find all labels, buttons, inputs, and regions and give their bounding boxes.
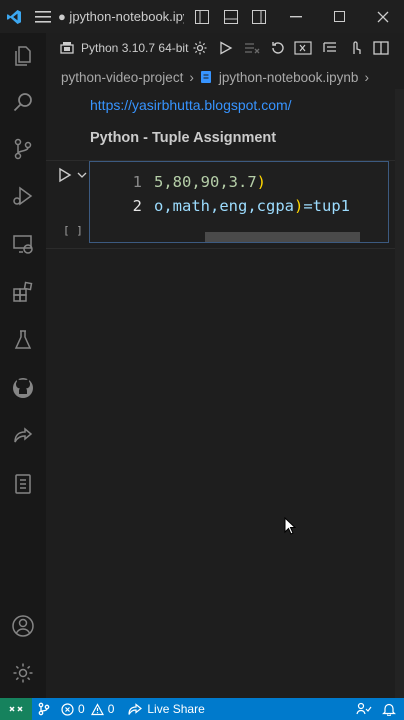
mouse-cursor-icon (284, 516, 297, 535)
git-sync-icon[interactable] (32, 698, 56, 720)
close-icon[interactable] (361, 0, 404, 33)
notebook-file-icon (200, 71, 211, 83)
chevron-down-icon[interactable] (76, 170, 88, 180)
live-share-icon[interactable] (0, 413, 46, 459)
github-icon[interactable] (0, 365, 46, 411)
line-number: 2 (132, 197, 142, 215)
remote-explorer-icon[interactable] (0, 221, 46, 267)
warning-count: 0 (107, 702, 115, 716)
outline-icon[interactable] (320, 38, 340, 58)
activity-bar (0, 33, 46, 698)
notebook-toolbar: Python 3.10.7 64-bit (46, 33, 404, 63)
live-share-label: Live Share (147, 702, 205, 716)
clear-outputs-icon (242, 38, 262, 58)
execution-count: [ ] (63, 224, 83, 237)
account-icon[interactable] (0, 603, 46, 649)
kernel-icon (60, 42, 74, 54)
breadcrumb: python-video-project › jpython-notebook.… (46, 65, 404, 89)
run-all-icon[interactable] (216, 38, 236, 58)
code-cell[interactable]: 1 5,80,90,3.7) 2 o,math,eng,cgpa)=tup1 (89, 161, 389, 243)
variables-icon[interactable] (293, 38, 313, 58)
layout-toggle-icon[interactable] (186, 0, 219, 33)
code-token: ) (293, 197, 304, 215)
notebook-icon[interactable] (0, 461, 46, 507)
vscode-logo-icon (0, 0, 29, 33)
variables-gear-icon[interactable] (190, 38, 210, 58)
kernel-label: Python 3.10.7 64-bit (81, 41, 189, 55)
breadcrumb-folder[interactable]: python-video-project (61, 70, 183, 85)
code-token: o,math,eng,cgpa (154, 197, 294, 215)
interactive-icon[interactable] (346, 38, 366, 58)
extensions-icon[interactable] (0, 269, 46, 315)
notebook-editor: Python 3.10.7 64-bit python-video-projec… (46, 33, 404, 698)
title-bar: ● jpython-notebook.ipynb - python-video-… (0, 0, 404, 33)
chevron-right-icon: › (364, 69, 369, 85)
markdown-heading: Python - Tuple Assignment (90, 130, 277, 146)
source-control-icon[interactable] (0, 126, 46, 172)
search-icon[interactable] (0, 79, 46, 125)
cell-divider (46, 248, 404, 249)
markdown-link[interactable]: https://yasirbhutta.blogspot.com/ (90, 97, 292, 113)
error-icon (61, 702, 74, 716)
line-code: 5,80,90,3.7) (154, 173, 266, 191)
live-share-button[interactable]: Live Share (123, 698, 209, 720)
secondary-sidebar-toggle-icon[interactable] (244, 0, 275, 33)
accounts-status-icon[interactable] (351, 698, 377, 720)
restart-icon[interactable] (268, 38, 288, 58)
vertical-scrollbar[interactable] (395, 89, 404, 698)
explorer-icon[interactable] (0, 33, 46, 79)
panel-toggle-icon[interactable] (218, 0, 243, 33)
run-cell-icon[interactable] (58, 167, 72, 183)
status-bar: 0 0 Live Share (0, 698, 404, 720)
testing-icon[interactable] (0, 317, 46, 363)
horizontal-scrollbar[interactable] (205, 232, 360, 242)
split-editor-icon[interactable] (371, 38, 391, 58)
chevron-right-icon: › (189, 69, 194, 85)
window-title: ● jpython-notebook.ipynb - python-video-… (57, 9, 184, 24)
line-number: 1 (132, 173, 142, 191)
line-code: o,math,eng,cgpa)=tup1 (154, 197, 350, 215)
minimize-icon[interactable] (275, 0, 318, 33)
maximize-icon[interactable] (317, 0, 361, 33)
settings-gear-icon[interactable] (0, 650, 46, 696)
remote-indicator-icon[interactable] (0, 698, 32, 720)
code-token: =tup1 (303, 197, 350, 215)
code-token: ) (256, 173, 266, 191)
problems-indicator[interactable]: 0 0 (56, 698, 119, 720)
live-share-icon (128, 702, 143, 715)
run-debug-icon[interactable] (0, 173, 46, 219)
menu-icon[interactable] (29, 0, 58, 33)
code-token: 5,80,90,3.7 (154, 173, 257, 191)
cell-run-controls (58, 165, 90, 185)
warning-icon (90, 702, 104, 715)
error-count: 0 (78, 702, 85, 716)
breadcrumb-file[interactable]: jpython-notebook.ipynb (219, 70, 359, 85)
notifications-bell-icon[interactable] (377, 698, 404, 720)
kernel-picker[interactable]: Python 3.10.7 64-bit (46, 41, 188, 55)
